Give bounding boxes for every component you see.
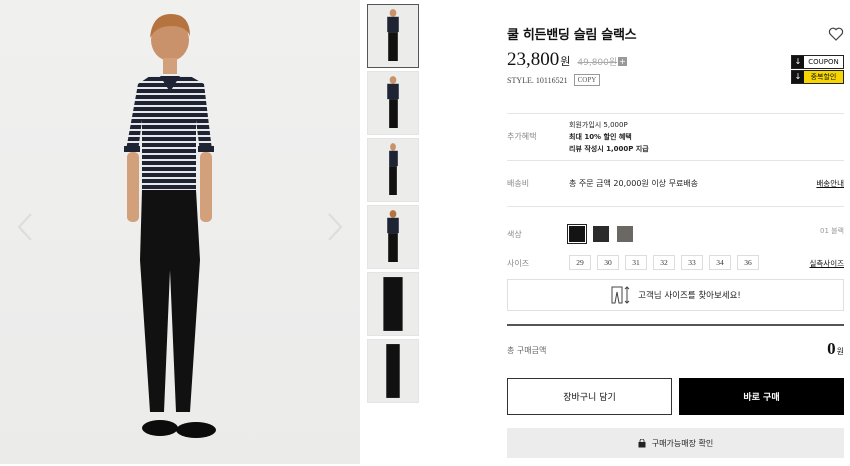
divider: [507, 160, 844, 161]
size-guide-link[interactable]: 실측사이즈: [810, 258, 845, 269]
heart-icon: [828, 27, 844, 41]
size-option[interactable]: 32: [653, 255, 675, 270]
color-swatch-gray[interactable]: [617, 226, 633, 242]
coupon-label: COUPON: [808, 58, 839, 66]
duplicate-discount-button[interactable]: ↓ 중복할인: [791, 70, 844, 84]
chevron-right-icon: [328, 213, 343, 241]
size-label: 사이즈: [507, 259, 530, 268]
color-swatch-charcoal[interactable]: [593, 226, 609, 242]
total-label: 총 구매금액: [507, 346, 547, 355]
total-unit: 원: [836, 347, 844, 356]
shipping-info-link[interactable]: 배송안내: [816, 178, 844, 189]
thumbnail-image: [383, 277, 403, 331]
price-unit: 원: [560, 55, 571, 68]
thumbnail-item[interactable]: [367, 138, 419, 202]
model-figure: [124, 14, 216, 438]
prev-image-arrow[interactable]: [16, 212, 34, 242]
benefit-line: 회원가입시 5,000P: [569, 121, 628, 129]
size-option[interactable]: 34: [709, 255, 731, 270]
size-option[interactable]: 33: [681, 255, 703, 270]
thumbnail-item[interactable]: [367, 4, 419, 68]
store-availability-button[interactable]: 구매가능매장 확인: [507, 428, 844, 458]
shipping-label: 배송비: [507, 179, 530, 188]
thumbnail-item[interactable]: [367, 339, 419, 403]
product-info-panel: 쿨 히든밴딩 슬림 슬랙스 23,800 원 49,800원 + STYLE. …: [507, 0, 844, 466]
coupon-download-button[interactable]: ↓ COUPON: [791, 55, 844, 69]
size-option[interactable]: 31: [625, 255, 647, 270]
thumbnail-image: [387, 9, 399, 61]
thumbnail-image: [387, 76, 399, 128]
style-number: STYLE. 10116521: [507, 75, 568, 85]
size-option[interactable]: 30: [597, 255, 619, 270]
divider: [507, 113, 844, 114]
download-icon: ↓: [792, 71, 804, 83]
thumbnail-item[interactable]: [367, 272, 419, 336]
size-option[interactable]: 36: [737, 255, 759, 270]
store-button-label: 구매가능매장 확인: [651, 438, 714, 448]
selected-color-name: 01 블랙: [819, 227, 844, 235]
trousers-measure-icon: [611, 286, 630, 304]
total-divider: [507, 324, 844, 326]
thumbnail-item[interactable]: [367, 71, 419, 135]
divider: [507, 206, 844, 207]
size-option[interactable]: 29: [569, 255, 591, 270]
color-swatch-black[interactable]: [567, 224, 587, 244]
find-size-label: 고객님 사이즈를 찾아보세요!: [638, 291, 741, 301]
main-product-image[interactable]: [0, 0, 360, 464]
benefit-line: 리뷰 작성시 1,000P 지급: [569, 145, 649, 153]
sale-price: 23,800: [507, 49, 560, 70]
benefit-line: 최대 10% 할인 혜택: [569, 133, 632, 141]
thumbnail-image: [386, 344, 400, 398]
original-price: 49,800원: [577, 58, 618, 68]
next-image-arrow[interactable]: [326, 212, 344, 242]
benefits-label: 추가혜택: [507, 132, 537, 141]
thumbnail-item[interactable]: [367, 205, 419, 269]
total-price: 0 원: [827, 339, 844, 359]
copy-style-button[interactable]: COPY: [573, 74, 601, 86]
total-amount: 0: [827, 339, 836, 358]
color-label: 색상: [507, 230, 522, 239]
thumbnail-image: [387, 210, 399, 262]
buy-now-button[interactable]: 바로 구매: [679, 378, 844, 415]
product-title: 쿨 히든밴딩 슬림 슬랙스: [507, 28, 637, 43]
find-my-size-button[interactable]: 고객님 사이즈를 찾아보세요!: [507, 279, 844, 311]
chevron-left-icon: [17, 213, 32, 241]
add-to-cart-button[interactable]: 장바구니 담기: [507, 378, 672, 415]
price-row: 23,800 원 49,800원: [507, 49, 617, 71]
wishlist-heart-button[interactable]: [828, 26, 844, 42]
download-icon: ↓: [792, 56, 804, 68]
style-number-row: STYLE. 10116521 COPY: [507, 74, 601, 86]
shipping-text: 총 주문 금액 20,000원 이상 무료배송: [569, 179, 699, 188]
thumbnail-image: [389, 143, 398, 195]
duplicate-discount-label: 중복할인: [810, 73, 837, 81]
shopping-bag-icon: [638, 438, 646, 447]
thumbnail-list: [367, 4, 420, 406]
price-detail-plus-icon[interactable]: +: [618, 57, 627, 66]
